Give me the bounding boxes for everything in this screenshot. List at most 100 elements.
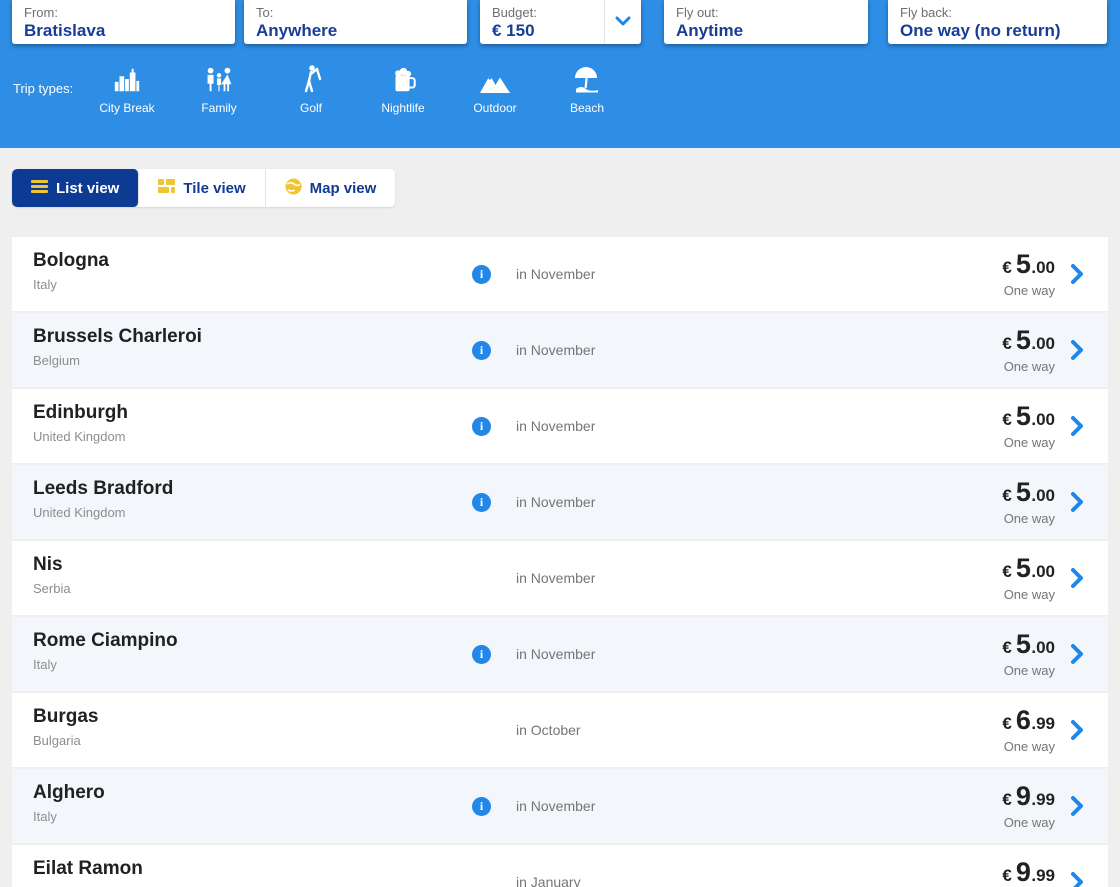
result-fare-type: One way <box>1003 739 1055 754</box>
to-label: To: <box>256 5 274 20</box>
chevron-right-icon <box>1070 263 1084 290</box>
trip-type-label: Beach <box>569 101 605 115</box>
fly-out-label: Fly out: <box>676 5 719 20</box>
beach-umbrella-icon <box>541 62 633 94</box>
chevron-right-icon <box>1070 415 1084 442</box>
result-fare-type: One way <box>1003 435 1055 450</box>
trip-type-label: Outdoor <box>473 101 517 115</box>
view-tab-bar: List view Tile view Map view <box>12 169 396 207</box>
beer-icon <box>357 62 449 94</box>
result-when: in November <box>516 342 596 358</box>
fly-out-field[interactable]: Fly out: Anytime <box>664 0 868 44</box>
list-icon <box>31 179 48 197</box>
result-price: €5.00 <box>1002 401 1055 431</box>
trip-type-beach[interactable]: Beach <box>541 62 633 115</box>
trip-type-golf[interactable]: Golf <box>265 62 357 115</box>
info-icon[interactable]: i <box>472 492 491 512</box>
result-row[interactable]: Bologna Italy i in November €5.00 One wa… <box>12 237 1108 311</box>
tab-map-view[interactable]: Map view <box>265 169 396 207</box>
trip-type-city-break[interactable]: City Break <box>81 62 173 115</box>
result-row[interactable]: Edinburgh United Kingdom i in November €… <box>12 389 1108 463</box>
result-price: €9.99 <box>1002 781 1055 811</box>
result-city: Rome Ciampino <box>33 630 178 651</box>
budget-label: Budget: <box>492 5 537 20</box>
fly-back-field[interactable]: Fly back: One way (no return) <box>888 0 1107 44</box>
tab-label: List view <box>56 179 120 197</box>
result-price: €9.99 <box>1002 857 1055 887</box>
chevron-right-icon <box>1070 643 1084 670</box>
fly-back-label: Fly back: <box>900 5 953 20</box>
tab-tile-view[interactable]: Tile view <box>139 169 266 207</box>
result-row[interactable]: Eilat Ramon i in January €9.99 One way <box>12 845 1108 887</box>
result-city: Nis <box>33 554 63 575</box>
result-when: in November <box>516 418 596 434</box>
result-row[interactable]: Rome Ciampino Italy i in November €5.00 … <box>12 617 1108 691</box>
search-header: From: Bratislava To: Anywhere Budget: € … <box>0 0 1120 148</box>
tab-label: Map view <box>309 179 377 197</box>
search-fields: From: Bratislava To: Anywhere Budget: € … <box>0 0 1120 44</box>
family-icon <box>173 62 265 94</box>
trip-type-label: Golf <box>299 101 322 115</box>
result-when: in October <box>516 722 581 738</box>
result-when: in November <box>516 798 596 814</box>
result-row[interactable]: Burgas Bulgaria i in October €6.99 One w… <box>12 693 1108 767</box>
result-city: Brussels Charleroi <box>33 326 202 347</box>
to-field[interactable]: To: Anywhere <box>244 0 467 44</box>
trip-type-label: Nightlife <box>381 101 425 115</box>
from-label: From: <box>24 5 58 20</box>
result-price: €5.00 <box>1002 553 1055 583</box>
chevron-right-icon <box>1070 567 1084 594</box>
info-icon[interactable]: i <box>472 416 491 436</box>
chevron-right-icon <box>1070 719 1084 746</box>
result-fare-type: One way <box>1003 283 1055 298</box>
result-country: Bulgaria <box>33 733 81 748</box>
trip-type-family[interactable]: Family <box>173 62 265 115</box>
result-fare-type: One way <box>1003 511 1055 526</box>
result-country: Italy <box>33 657 57 672</box>
fly-back-value: One way (no return) <box>900 21 1061 40</box>
tab-list-view[interactable]: List view <box>12 169 140 207</box>
result-country: Belgium <box>33 353 80 368</box>
info-icon[interactable]: i <box>472 796 491 816</box>
result-city: Burgas <box>33 706 99 727</box>
results-list: Bologna Italy i in November €5.00 One wa… <box>12 237 1108 887</box>
result-fare-type: One way <box>1003 663 1055 678</box>
from-field[interactable]: From: Bratislava <box>12 0 235 44</box>
result-when: in January <box>516 874 581 887</box>
mountains-icon <box>449 62 541 94</box>
result-price: €5.00 <box>1002 325 1055 355</box>
trip-type-nightlife[interactable]: Nightlife <box>357 62 449 115</box>
result-when: in November <box>516 494 596 510</box>
globe-icon <box>285 178 302 199</box>
trip-type-items: City Break Family Golf Nightlife Outdoor… <box>81 62 633 115</box>
result-when: in November <box>516 570 596 586</box>
info-icon[interactable]: i <box>472 264 491 284</box>
chevron-down-icon <box>615 13 631 31</box>
budget-dropdown-button[interactable] <box>604 0 641 44</box>
budget-value: € 150 <box>492 21 535 40</box>
result-country: United Kingdom <box>33 429 126 444</box>
tile-icon <box>158 179 176 197</box>
info-icon[interactable]: i <box>472 340 491 360</box>
result-city: Bologna <box>33 250 109 271</box>
budget-field[interactable]: Budget: € 150 <box>480 0 641 44</box>
result-when: in November <box>516 266 596 282</box>
result-row[interactable]: Leeds Bradford United Kingdom i in Novem… <box>12 465 1108 539</box>
result-city: Leeds Bradford <box>33 478 174 499</box>
result-row[interactable]: Nis Serbia i in November €5.00 One way <box>12 541 1108 615</box>
result-country: Italy <box>33 277 57 292</box>
city-icon <box>81 62 173 94</box>
result-fare-type: One way <box>1003 815 1055 830</box>
trip-types-label: Trip types: <box>13 81 74 96</box>
tab-label: Tile view <box>183 179 246 197</box>
from-value: Bratislava <box>24 21 106 40</box>
trip-type-outdoor[interactable]: Outdoor <box>449 62 541 115</box>
budget-text: Budget: € 150 <box>480 0 604 44</box>
result-country: Italy <box>33 809 57 824</box>
trip-types-row: Trip types: City Break Family Golf Night… <box>0 62 1120 115</box>
result-row[interactable]: Alghero Italy i in November €9.99 One wa… <box>12 769 1108 843</box>
result-row[interactable]: Brussels Charleroi Belgium i in November… <box>12 313 1108 387</box>
info-icon[interactable]: i <box>472 644 491 664</box>
result-price: €5.00 <box>1002 477 1055 507</box>
result-city: Eilat Ramon <box>33 858 143 879</box>
